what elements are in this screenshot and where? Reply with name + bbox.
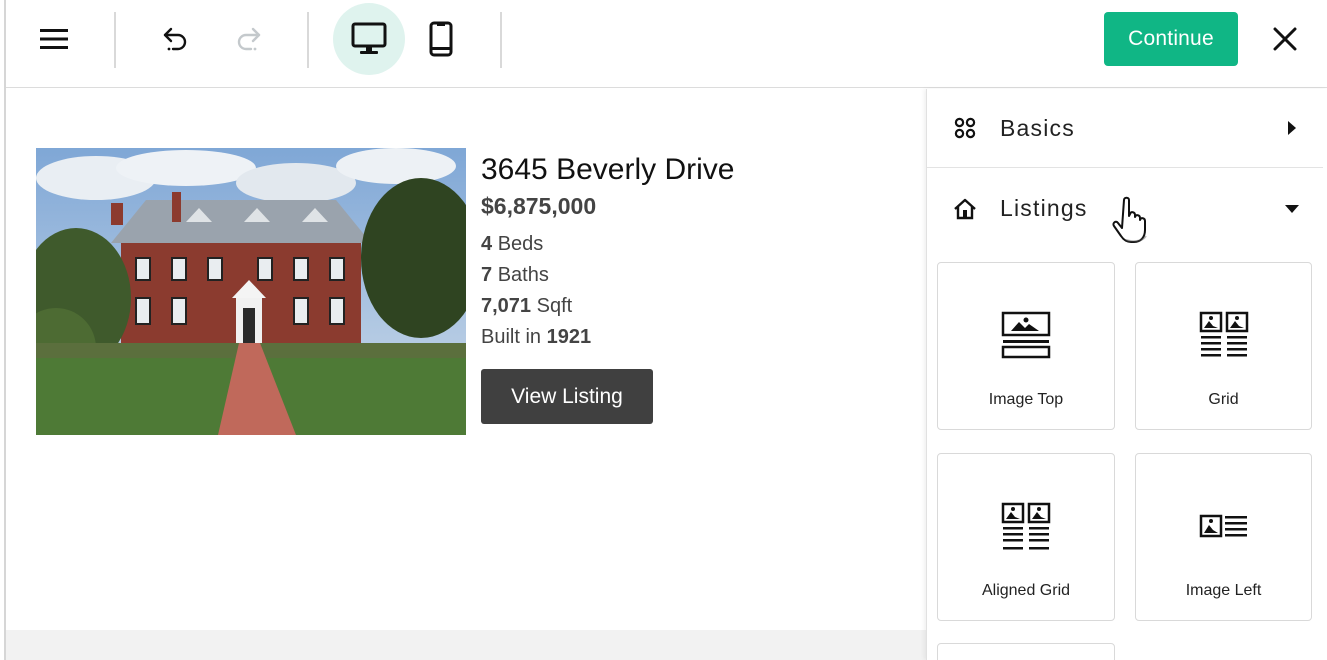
mobile-view-button[interactable]	[416, 3, 466, 75]
listing-photo	[36, 148, 466, 435]
house-icon	[953, 197, 977, 221]
section-label: Basics	[1000, 114, 1075, 141]
editor-toolbar: Continue	[6, 0, 1327, 88]
redo-icon	[237, 27, 261, 51]
section-basics[interactable]: Basics	[927, 89, 1323, 168]
menu-button[interactable]	[30, 14, 78, 64]
toolbar-divider	[307, 12, 309, 68]
canvas-footer-strip	[6, 630, 926, 660]
close-icon	[1273, 27, 1297, 51]
grid-layout-icon	[1199, 311, 1248, 357]
image-left-layout-icon	[1199, 514, 1247, 538]
section-label: Listings	[1000, 195, 1088, 221]
caret-right-icon	[1283, 119, 1301, 137]
listing-price: $6,875,000	[481, 193, 597, 219]
desktop-monitor-icon	[351, 22, 387, 54]
layout-tile-image-left[interactable]: Image Left	[1135, 453, 1312, 621]
layout-tile-image-top[interactable]: Image Top	[937, 262, 1115, 430]
listing-beds: 4 Beds	[481, 233, 544, 255]
continue-button[interactable]: Continue	[1104, 12, 1238, 66]
layout-tile-label: Grid	[1208, 391, 1239, 408]
listing-built-year: Built in 1921	[481, 326, 592, 348]
layout-tile-label: Image Top	[988, 391, 1064, 408]
close-button[interactable]	[1260, 16, 1310, 62]
listing-baths: 7 Baths	[481, 264, 549, 286]
listing-address: 3645 Beverly Drive	[481, 153, 735, 186]
hamburger-menu-icon	[40, 29, 68, 49]
layout-tile-grid[interactable]: Grid	[1135, 262, 1312, 430]
layout-tile-label: Image Left	[1185, 582, 1262, 599]
blocks-panel: Basics Listings Image Top Grid Aligned G…	[926, 89, 1327, 660]
section-listings[interactable]: Listings	[927, 169, 1323, 248]
layout-tile-partial[interactable]	[937, 643, 1115, 660]
view-listing-button[interactable]: View Listing	[481, 369, 653, 424]
layout-tile-aligned-grid[interactable]: Aligned Grid	[937, 453, 1115, 621]
image-top-layout-icon	[1001, 311, 1051, 359]
toolbar-divider	[114, 12, 116, 68]
page-canvas: 3645 Beverly Drive $6,875,000 4 Beds 7 B…	[6, 89, 926, 660]
toolbar-divider	[500, 12, 502, 68]
four-dots-grid-icon	[953, 116, 977, 140]
desktop-view-button[interactable]	[333, 3, 405, 75]
listing-sqft: 7,071 Sqft	[481, 295, 573, 317]
caret-down-icon	[1283, 200, 1301, 218]
redo-button[interactable]	[224, 14, 272, 64]
aligned-grid-layout-icon	[1001, 502, 1051, 550]
undo-icon	[163, 27, 187, 51]
listing-details: 3645 Beverly Drive $6,875,000 4 Beds 7 B…	[481, 151, 901, 353]
layout-tile-label: Aligned Grid	[981, 582, 1071, 599]
mobile-phone-icon	[429, 21, 453, 57]
undo-button[interactable]	[152, 14, 200, 64]
